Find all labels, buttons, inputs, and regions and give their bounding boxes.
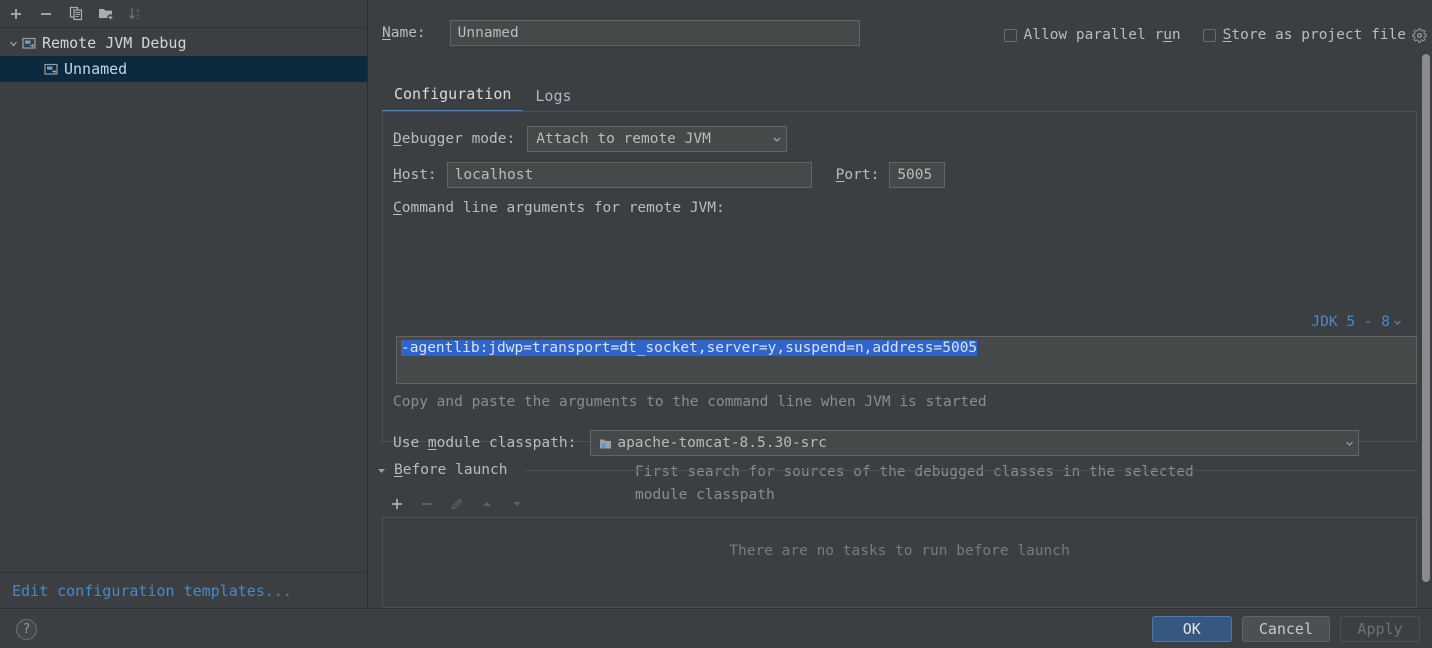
configuration-content-panel: Debugger mode: Attach to remote JVM Host… <box>382 112 1417 503</box>
help-label: ? <box>22 622 31 637</box>
apply-label: Apply <box>1357 620 1403 638</box>
chevron-down-icon <box>1394 320 1401 325</box>
tree-node-unnamed[interactable]: Unnamed <box>0 56 367 82</box>
main-vertical-scrollbar[interactable] <box>1421 54 1431 600</box>
port-input[interactable] <box>889 162 946 188</box>
remove-task-button <box>418 495 436 513</box>
run-debug-configurations-dialog: a z Remote JVM Debug Unnamed Edit config… <box>0 0 1432 648</box>
chevron-down-icon <box>762 134 782 144</box>
before-launch-empty-text: There are no tasks to run before launch <box>729 543 1070 559</box>
before-launch-toolbar <box>382 490 1417 518</box>
sidebar-toolbar: a z <box>0 0 367 28</box>
chevron-down-icon <box>1335 439 1354 448</box>
triangle-down-icon[interactable] <box>376 465 387 476</box>
edit-configuration-templates-label: Edit configuration templates... <box>12 581 292 600</box>
before-launch-header[interactable]: Before launch <box>376 462 1417 478</box>
tab-configuration[interactable]: Configuration <box>382 85 524 112</box>
copy-configuration-button[interactable] <box>67 5 85 23</box>
command-line-label: Command line arguments for remote JVM: <box>393 200 725 216</box>
tree-node-label: Unnamed <box>64 60 128 78</box>
tree-node-label: Remote JVM Debug <box>42 34 187 52</box>
command-line-arguments-field[interactable]: -agentlib:jdwp=transport=dt_socket,serve… <box>396 336 1417 384</box>
ok-button[interactable]: OK <box>1151 616 1232 642</box>
module-icon <box>599 437 612 450</box>
add-configuration-button[interactable] <box>7 5 25 23</box>
port-label: Port: <box>835 167 880 183</box>
command-line-hint: Copy and paste the arguments to the comm… <box>393 394 987 410</box>
jdk-version-selector[interactable]: JDK 5 - 8 <box>1311 314 1402 330</box>
remote-debug-icon <box>44 62 59 77</box>
sort-alpha-button[interactable]: a z <box>127 5 145 23</box>
command-line-hint-row: Copy and paste the arguments to the comm… <box>393 394 987 410</box>
checkbox-box[interactable] <box>1202 28 1216 42</box>
header-options: Allow parallel run Store as project file <box>1003 27 1429 43</box>
module-classpath-label: Use module classpath: <box>393 435 577 451</box>
module-classpath-row: Use module classpath: apache-tomcat-8.5.… <box>393 430 1360 456</box>
remove-configuration-button[interactable] <box>37 5 55 23</box>
add-task-button[interactable] <box>388 495 406 513</box>
configuration-main-panel: Name: Allow parallel run Store as projec… <box>369 0 1432 608</box>
name-input[interactable] <box>449 20 860 46</box>
chevron-down-icon[interactable] <box>6 36 20 50</box>
debugger-mode-row: Debugger mode: Attach to remote JVM <box>393 126 788 152</box>
move-task-up-button <box>478 495 496 513</box>
svg-text:z: z <box>136 14 140 21</box>
debugger-mode-value: Attach to remote JVM <box>536 131 711 147</box>
debugger-mode-dropdown[interactable]: Attach to remote JVM <box>527 126 788 152</box>
before-launch-task-list[interactable]: There are no tasks to run before launch <box>382 518 1417 608</box>
name-label: Name: <box>382 25 426 41</box>
dialog-buttons: OK Cancel Apply <box>1151 616 1420 642</box>
name-row: Name: <box>382 20 860 46</box>
checkbox-box[interactable] <box>1003 28 1017 42</box>
debugger-mode-label: Debugger mode: <box>393 131 516 147</box>
help-button[interactable]: ? <box>16 619 37 640</box>
edit-task-button <box>448 495 466 513</box>
tree-node-remote-jvm-debug[interactable]: Remote JVM Debug <box>0 30 367 56</box>
configurations-sidebar: a z Remote JVM Debug Unnamed Edit config… <box>0 0 368 648</box>
host-input[interactable] <box>446 162 812 188</box>
move-task-down-button <box>508 495 526 513</box>
configuration-tabs: Configuration Logs <box>382 82 584 112</box>
module-classpath-value: apache-tomcat-8.5.30-src <box>617 435 827 451</box>
allow-parallel-run-label: Allow parallel run <box>1023 27 1181 43</box>
before-launch-divider <box>524 469 1417 471</box>
allow-parallel-run-checkbox[interactable]: Allow parallel run <box>1003 27 1181 43</box>
tab-label: Configuration <box>394 85 512 103</box>
tab-logs[interactable]: Logs <box>523 87 583 112</box>
gear-icon[interactable] <box>1412 28 1428 44</box>
tab-label: Logs <box>535 87 572 105</box>
apply-button: Apply <box>1340 616 1420 642</box>
remote-debug-icon <box>22 36 37 51</box>
command-line-arguments-value: -agentlib:jdwp=transport=dt_socket,serve… <box>401 340 978 356</box>
jdk-version-label: JDK 5 - 8 <box>1311 314 1390 330</box>
dialog-footer: ? OK Cancel Apply <box>0 608 1432 648</box>
store-as-project-file-checkbox[interactable]: Store as project file <box>1202 27 1406 43</box>
edit-configuration-templates-link[interactable]: Edit configuration templates... <box>0 572 367 608</box>
module-classpath-dropdown[interactable]: apache-tomcat-8.5.30-src <box>590 430 1360 456</box>
store-as-project-file-label: Store as project file <box>1222 27 1406 43</box>
cancel-label: Cancel <box>1258 620 1313 638</box>
host-port-row: Host: Port: <box>393 162 946 188</box>
scrollbar-thumb[interactable] <box>1422 54 1430 582</box>
configurations-tree[interactable]: Remote JVM Debug Unnamed <box>0 28 367 82</box>
host-label: Host: <box>393 167 437 183</box>
folder-add-button[interactable] <box>97 5 115 23</box>
ok-label: OK <box>1182 620 1201 638</box>
before-launch-title: Before launch <box>394 462 508 478</box>
command-line-label-row: Command line arguments for remote JVM: <box>393 200 725 216</box>
cancel-button[interactable]: Cancel <box>1241 616 1330 642</box>
